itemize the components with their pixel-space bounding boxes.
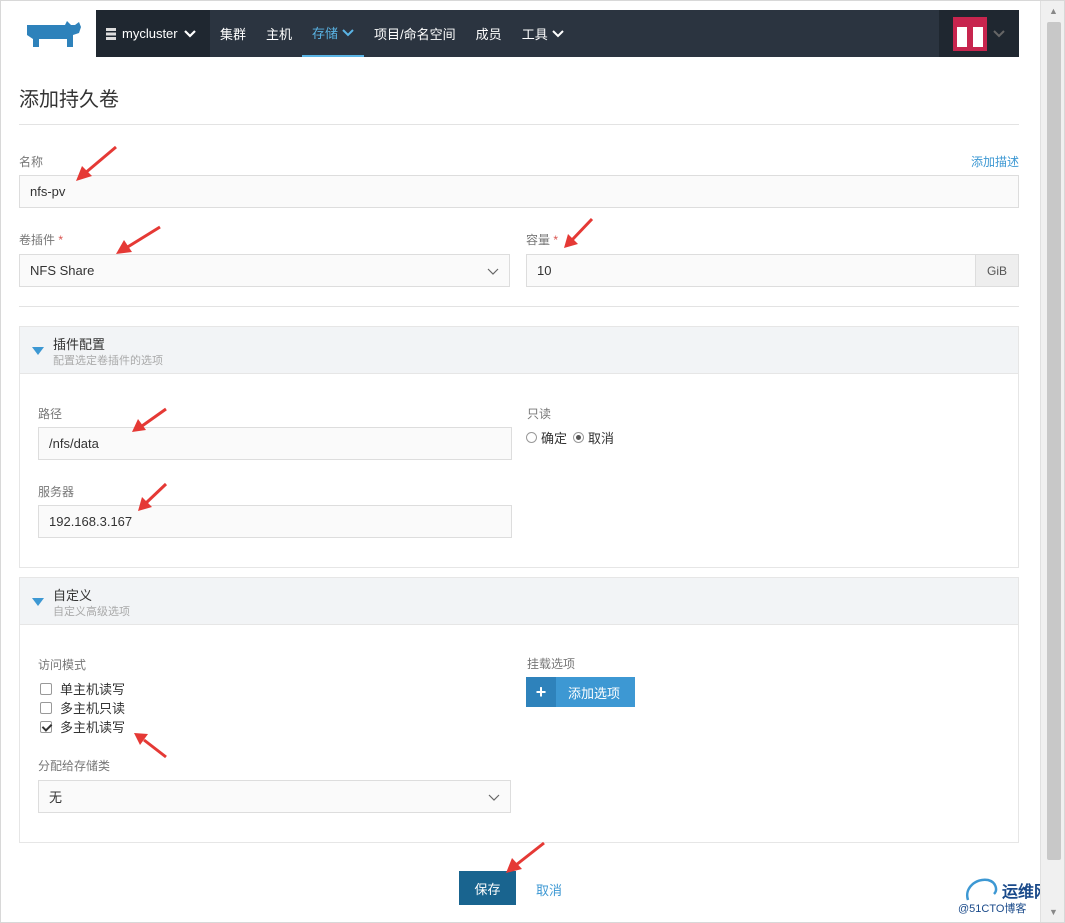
access-mode-rox[interactable]: 多主机只读 — [40, 698, 125, 717]
annotation-arrow-icon — [116, 225, 161, 254]
storage-class-select[interactable]: 无 — [38, 780, 511, 813]
mount-options-label: 挂载选项 — [527, 657, 576, 671]
divider — [19, 306, 1019, 307]
panel-title: 插件配置 — [53, 337, 106, 352]
nav-projects[interactable]: 项目/命名空间 — [364, 10, 466, 57]
button-label: 添加选项 — [568, 685, 621, 701]
nav-storage[interactable]: 存储 — [302, 10, 365, 57]
collapse-triangle-icon — [32, 598, 44, 606]
path-value: /nfs/data — [49, 436, 99, 451]
scroll-down-arrow-icon[interactable]: ▼ — [1041, 903, 1065, 921]
name-input[interactable]: nfs-pv — [19, 175, 1019, 208]
chevron-down-icon — [487, 268, 499, 275]
cancel-link[interactable]: 取消 — [536, 880, 562, 899]
readonly-no-option[interactable]: 取消 — [573, 428, 614, 447]
radio-label: 确定 — [541, 431, 568, 446]
nav-cluster[interactable]: 集群 — [210, 10, 256, 57]
add-option-button[interactable]: + 添加选项 — [526, 677, 635, 707]
page-title: 添加持久卷 — [19, 89, 119, 111]
cluster-icon — [106, 27, 116, 40]
name-label: 名称 — [19, 155, 44, 169]
avatar — [953, 16, 987, 51]
plugin-label: 卷插件 * — [19, 233, 64, 247]
nav-tools[interactable]: 工具 — [512, 10, 574, 57]
path-label: 路径 — [38, 407, 63, 421]
checkbox-label: 多主机只读 — [60, 701, 126, 716]
cluster-selector[interactable]: mycluster — [96, 10, 210, 57]
access-mode-rwo[interactable]: 单主机读写 — [40, 679, 125, 698]
server-input[interactable]: 192.168.3.167 — [38, 505, 512, 538]
server-label: 服务器 — [38, 485, 75, 499]
nav-label: 工具 — [521, 27, 548, 42]
chevron-down-icon — [551, 29, 564, 37]
plugin-select[interactable]: NFS Share — [19, 254, 510, 287]
access-mode-rwx[interactable]: 多主机读写 — [40, 717, 125, 736]
checkbox[interactable] — [40, 682, 52, 695]
custom-panel-header[interactable]: 自定义 自定义高级选项 — [20, 578, 1018, 625]
chevron-down-icon — [488, 794, 500, 801]
checkbox[interactable] — [40, 701, 52, 714]
plus-icon: + — [526, 677, 556, 707]
radio-button[interactable] — [526, 432, 537, 443]
capacity-input[interactable]: 10 — [526, 254, 976, 287]
scroll-up-arrow-icon[interactable]: ▲ — [1041, 2, 1065, 20]
annotation-arrow-icon — [564, 217, 594, 248]
nav-members[interactable]: 成员 — [466, 10, 512, 57]
scrollbar-thumb[interactable] — [1047, 22, 1061, 860]
storage-class-value: 无 — [49, 790, 63, 805]
nav-label: 项目/命名空间 — [374, 27, 456, 42]
capacity-unit: GiB — [975, 254, 1019, 287]
save-button[interactable]: 保存 — [459, 871, 516, 905]
user-menu[interactable] — [939, 10, 1019, 57]
chevron-down-icon — [342, 28, 354, 36]
rancher-logo[interactable] — [10, 10, 96, 57]
radio-label: 取消 — [588, 431, 615, 446]
plugin-config-header[interactable]: 插件配置 配置选定卷插件的选项 — [20, 327, 1018, 374]
panel-subtitle: 配置选定卷插件的选项 — [53, 355, 163, 367]
top-navbar: mycluster 集群 主机 存储 项目/命名空间 成员 工具 — [96, 10, 1019, 57]
readonly-radio-group: 确定 取消 — [526, 428, 614, 447]
access-mode-label: 访问模式 — [38, 658, 87, 672]
chevron-down-icon — [993, 29, 1005, 37]
plugin-value: NFS Share — [30, 263, 95, 278]
cluster-name: mycluster — [122, 26, 178, 41]
nav-label: 存储 — [312, 26, 339, 41]
chevron-down-icon — [183, 29, 196, 38]
readonly-yes-option[interactable]: 确定 — [526, 428, 567, 447]
nav-hosts[interactable]: 主机 — [256, 10, 302, 57]
checkbox-label: 多主机读写 — [60, 720, 126, 735]
path-input[interactable]: /nfs/data — [38, 427, 512, 460]
readonly-label: 只读 — [527, 407, 552, 421]
checkbox-checked[interactable] — [40, 720, 52, 733]
vertical-scrollbar[interactable]: ▲ ▼ — [1040, 0, 1065, 923]
storage-class-label: 分配给存储类 — [38, 759, 111, 773]
nav-label: 成员 — [475, 27, 502, 42]
collapse-triangle-icon — [32, 347, 44, 355]
checkbox-label: 单主机读写 — [60, 682, 126, 697]
add-description-link[interactable]: 添加描述 — [971, 153, 1019, 170]
name-value: nfs-pv — [30, 184, 66, 199]
radio-button-selected[interactable] — [573, 432, 585, 443]
server-value: 192.168.3.167 — [49, 514, 133, 529]
watermark-line2: @51CTO博客 — [958, 903, 1027, 915]
panel-title: 自定义 — [53, 588, 93, 603]
divider — [19, 124, 1019, 125]
panel-subtitle: 自定义高级选项 — [53, 606, 130, 618]
nav-label: 集群 — [220, 27, 247, 42]
capacity-label: 容量 * — [526, 233, 559, 247]
rancher-cow-icon — [27, 20, 81, 47]
nav-label: 主机 — [266, 27, 293, 42]
capacity-value: 10 — [537, 263, 552, 278]
